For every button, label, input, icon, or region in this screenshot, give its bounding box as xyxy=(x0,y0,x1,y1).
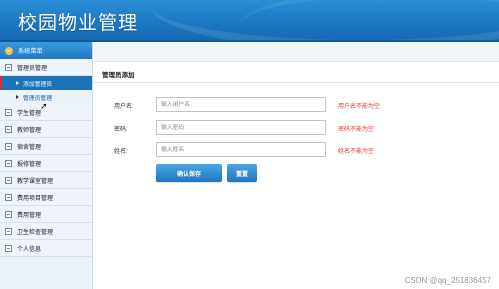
header-decoration xyxy=(240,0,499,40)
collapse-box-icon xyxy=(5,244,12,252)
sidebar-item-label: 教师管理 xyxy=(17,127,42,134)
collapse-box-icon xyxy=(5,210,12,218)
sidebar-heading-label: 系统菜单 xyxy=(18,48,43,55)
sidebar-item-hygiene[interactable]: 卫生检查管理 xyxy=(0,223,92,240)
collapse-box-icon xyxy=(5,159,12,167)
sidebar-item-profile[interactable]: 个人信息 xyxy=(0,240,92,257)
sidebar-item-label: 费用管理 xyxy=(17,212,42,219)
username-label: 用户名: xyxy=(114,104,134,110)
sidebar-item-label: 管理员管理 xyxy=(17,65,48,72)
page-title: 管理员添加 xyxy=(102,72,135,79)
password-row: 密码: 密码不能为空 xyxy=(94,120,499,135)
menu-toggle-icon xyxy=(5,46,13,55)
collapse-box-icon xyxy=(5,63,12,71)
sidebar-item-repairs[interactable]: 报修管理 xyxy=(0,155,92,172)
username-row: 用户名: 用户名不能为空 xyxy=(94,97,499,112)
sidebar-item-label: 报修管理 xyxy=(17,161,42,168)
sidebar-heading[interactable]: 系统菜单 xyxy=(0,42,92,59)
name-error: 姓名不能为空 xyxy=(338,149,375,155)
sidebar-subitem-label: 添加管理员 xyxy=(23,81,52,88)
collapse-box-icon xyxy=(5,176,12,184)
sidebar-item-classrooms[interactable]: 教学课室管理 xyxy=(0,172,92,189)
collapse-box-icon xyxy=(5,108,12,116)
password-input[interactable] xyxy=(156,120,326,135)
sidebar-item-fee-items[interactable]: 费用项目管理 xyxy=(0,189,92,206)
content-top-bar xyxy=(94,42,499,62)
collapse-box-icon xyxy=(5,193,12,201)
arrow-right-icon xyxy=(16,81,19,85)
sidebar-subitem-label: 管理员管理 xyxy=(23,95,52,102)
collapse-box-icon xyxy=(5,125,12,133)
reset-button[interactable]: 重置 xyxy=(227,164,257,182)
app-title: 校园物业管理 xyxy=(18,12,139,34)
save-button[interactable]: 确认保存 xyxy=(156,164,222,182)
username-input[interactable] xyxy=(156,97,326,112)
sidebar-item-teachers[interactable]: 教师管理 xyxy=(0,121,92,138)
watermark: CSDN @qq_251836457 xyxy=(404,276,491,285)
main-content: 管理员添加 用户名: 用户名不能为空 密码: 密码不能为空 姓名: 姓名不能为空… xyxy=(94,42,499,289)
arrow-right-icon xyxy=(16,95,19,99)
sidebar-subitem-add-admin[interactable]: 添加管理员 xyxy=(0,76,92,90)
sidebar-item-label: 宿舍管理 xyxy=(17,144,42,151)
sidebar-item-label: 个人信息 xyxy=(17,246,42,253)
sidebar-item-label: 费用项目管理 xyxy=(17,195,54,202)
username-error: 用户名不能为空 xyxy=(338,104,381,110)
sidebar-item-dorms[interactable]: 宿舍管理 xyxy=(0,138,92,155)
collapse-box-icon xyxy=(5,142,12,150)
sidebar-item-label: 卫生检查管理 xyxy=(17,229,54,236)
name-label: 姓名: xyxy=(114,149,128,155)
mouse-cursor-icon: ➚ xyxy=(40,101,48,111)
password-label: 密码: xyxy=(114,127,128,133)
collapse-box-icon xyxy=(5,227,12,235)
sidebar-item-label: 教学课室管理 xyxy=(17,178,54,185)
name-input[interactable] xyxy=(156,142,326,157)
sidebar-item-admin[interactable]: 管理员管理 xyxy=(0,59,92,76)
title-divider xyxy=(94,82,499,83)
name-row: 姓名: 姓名不能为空 xyxy=(94,142,499,157)
sidebar: 系统菜单 管理员管理 添加管理员 管理员管理 学生管理 教师管理 宿舍管理 报修… xyxy=(0,42,93,289)
password-error: 密码不能为空 xyxy=(338,127,375,133)
sidebar-item-fees[interactable]: 费用管理 xyxy=(0,206,92,223)
app-header: 校园物业管理 xyxy=(0,0,499,40)
sidebar-item-label: 学生管理 xyxy=(17,110,42,117)
